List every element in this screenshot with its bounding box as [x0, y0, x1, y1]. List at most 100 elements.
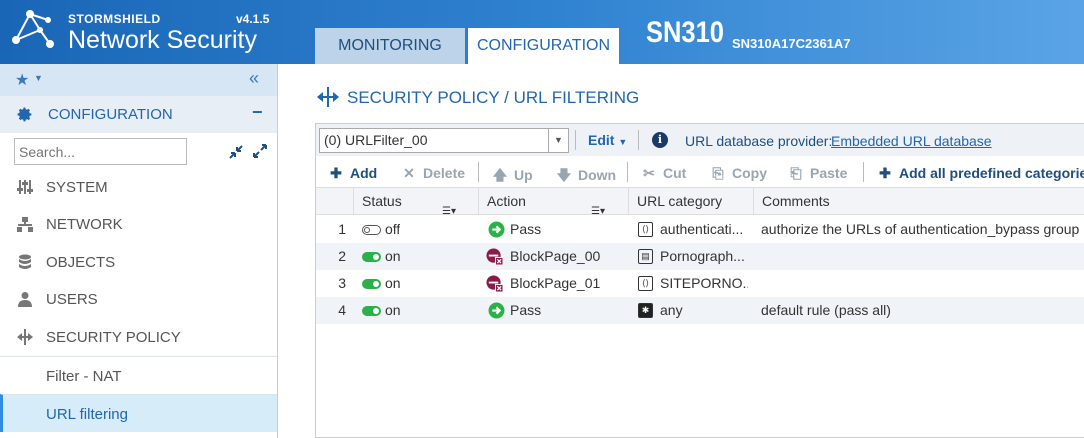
network-icon: [17, 217, 33, 232]
chevron-down-icon[interactable]: ▼: [548, 129, 568, 152]
sidebar-item-security-policy[interactable]: SECURITY POLICY: [0, 319, 277, 356]
gear-icon: [17, 107, 32, 122]
status-text: on: [385, 275, 401, 291]
arrow-down-icon: 🡇: [556, 167, 572, 183]
cut-icon: ✂: [643, 165, 655, 181]
sidebar-item-label: SECURITY POLICY: [46, 329, 181, 346]
provider-link[interactable]: Embedded URL database: [831, 133, 992, 149]
plus-icon: ✚: [330, 165, 342, 181]
rules-toolbar: ✚ Add ✕ Delete 🡅 Up 🡇 Down ✂ Cut ⎘ Copy ⎗ Paste…: [316, 156, 1084, 188]
row-number: 4: [338, 302, 346, 318]
sidebar-item-label: NETWORK: [46, 216, 123, 233]
policy-select-value: (0) URLFilter_00: [324, 132, 428, 148]
sidebar-subitem-label: Filter - NAT: [46, 368, 122, 385]
arrow-up-icon: 🡅: [492, 167, 508, 183]
chevron-down-icon: ▼: [618, 137, 628, 147]
sliders-icon: [17, 180, 33, 194]
configuration-section-header[interactable]: CONFIGURATION −: [0, 96, 277, 133]
add-predefined-categories-button[interactable]: ✚ Add all predefined categories: [877, 165, 1084, 182]
app-header: STORMSHIELD v4.1.5 Network Security MONI…: [0, 0, 1084, 64]
status-toggle[interactable]: [362, 279, 381, 289]
delete-label: Delete: [423, 165, 466, 181]
action-text: BlockPage_00: [510, 248, 601, 264]
sidebar-item-label: SYSTEM: [46, 179, 108, 196]
url-category-text: authenticati...: [660, 221, 744, 237]
policy-select[interactable]: (0) URLFilter_00 ▼: [319, 128, 569, 153]
up-button[interactable]: 🡅 Up: [492, 165, 533, 189]
product-name: Network Security: [68, 26, 257, 54]
column-header-status[interactable]: Status ☰▾: [353, 188, 478, 217]
column-header-action[interactable]: Action ☰▾: [478, 188, 628, 217]
copy-label: Copy: [732, 165, 767, 181]
paste-icon: ⎗: [790, 165, 802, 181]
table-row[interactable]: 2 on BlockPage_00 ▤ Pornograph...: [316, 243, 1084, 270]
url-category-text: any: [660, 302, 683, 318]
tab-configuration[interactable]: CONFIGURATION: [468, 28, 619, 64]
info-icon: i: [652, 132, 668, 148]
sidebar-item-system[interactable]: SYSTEM: [0, 169, 277, 206]
status-toggle[interactable]: [362, 225, 381, 235]
database-icon: [19, 254, 31, 269]
brand-name: STORMSHIELD: [68, 12, 161, 26]
row-number: 3: [338, 275, 346, 291]
url-filter-panel: (0) URLFilter_00 ▼ Edit ▼ i URL database…: [315, 123, 1084, 438]
collapse-section-icon[interactable]: −: [252, 102, 263, 123]
toolbar-divider: [627, 162, 628, 182]
url-group-icon: ⟨⟩: [638, 276, 653, 291]
policy-arrows-icon: [17, 329, 33, 345]
column-header-label: Status: [362, 193, 402, 209]
row-number: 2: [338, 248, 346, 264]
appliance-serial: SN310A17C2361A7: [732, 36, 851, 51]
url-category-text: SITEPORNO...: [660, 275, 748, 291]
column-header-comments[interactable]: Comments: [753, 188, 1084, 215]
table-row[interactable]: 4 on Pass ✱ any default rule (pass all): [316, 297, 1084, 324]
paste-button[interactable]: ⎗ Paste: [788, 165, 847, 182]
sidebar-item-objects[interactable]: OBJECTS: [0, 244, 277, 281]
sidebar-item-users[interactable]: USERS: [0, 281, 277, 318]
toolbar-divider: [638, 130, 639, 150]
status-toggle[interactable]: [362, 252, 381, 262]
cut-button[interactable]: ✂ Cut: [641, 165, 686, 182]
edit-label: Edit: [588, 132, 615, 148]
down-label: Down: [578, 167, 617, 183]
block-page-icon: [486, 275, 503, 292]
column-header-label: Action: [487, 193, 526, 209]
sidebar-subitem-url-filtering[interactable]: URL filtering: [0, 394, 277, 432]
action-text: Pass: [510, 221, 542, 237]
collapse-sidebar-icon[interactable]: «: [249, 68, 259, 89]
down-button[interactable]: 🡇 Down: [556, 165, 616, 189]
sidebar-item-label: USERS: [46, 291, 98, 308]
block-page-icon: [486, 248, 503, 265]
url-category-icon: ▤: [638, 249, 653, 264]
expand-all-icon[interactable]: [253, 144, 267, 158]
sidebar-subitem-filter-nat[interactable]: Filter - NAT: [0, 356, 277, 394]
grid-header: Status ☰▾ Action ☰▾ URL category Comments: [316, 188, 1084, 217]
delete-button[interactable]: ✕ Delete: [401, 165, 465, 182]
url-group-icon: ⟨⟩: [638, 222, 653, 237]
cut-label: Cut: [663, 165, 687, 181]
edit-menu-button[interactable]: Edit ▼: [588, 132, 627, 148]
table-row[interactable]: 1 off Pass ⟨⟩ authenticati... authorize …: [316, 216, 1084, 243]
status-toggle[interactable]: [362, 306, 381, 316]
pass-arrow-icon: [488, 221, 505, 238]
policy-arrows-icon: [317, 87, 339, 107]
favorites-star-icon[interactable]: ★: [15, 70, 29, 90]
url-category-text: Pornograph...: [660, 248, 745, 264]
version-label: v4.1.5: [236, 12, 270, 26]
policy-toolbar: (0) URLFilter_00 ▼ Edit ▼ i URL database…: [316, 124, 1084, 156]
column-header-url-category[interactable]: URL category: [628, 188, 753, 215]
any-asterisk-icon: ✱: [638, 303, 653, 318]
table-row[interactable]: 3 on BlockPage_01 ⟨⟩ SITEPORNO...: [316, 270, 1084, 297]
copy-icon: ⎘: [712, 165, 724, 181]
collapse-all-icon[interactable]: [229, 145, 243, 159]
paste-label: Paste: [810, 165, 848, 181]
sidebar-item-network[interactable]: NETWORK: [0, 206, 277, 243]
copy-button[interactable]: ⎘ Copy: [710, 165, 767, 182]
toolbar-divider: [575, 130, 576, 150]
chevron-down-icon[interactable]: ▼: [34, 73, 43, 83]
add-label: Add: [350, 165, 378, 181]
tab-monitoring[interactable]: MONITORING: [315, 28, 465, 64]
action-text: Pass: [510, 302, 542, 318]
add-button[interactable]: ✚ Add: [328, 165, 377, 182]
sidebar-search-input[interactable]: [14, 138, 187, 165]
